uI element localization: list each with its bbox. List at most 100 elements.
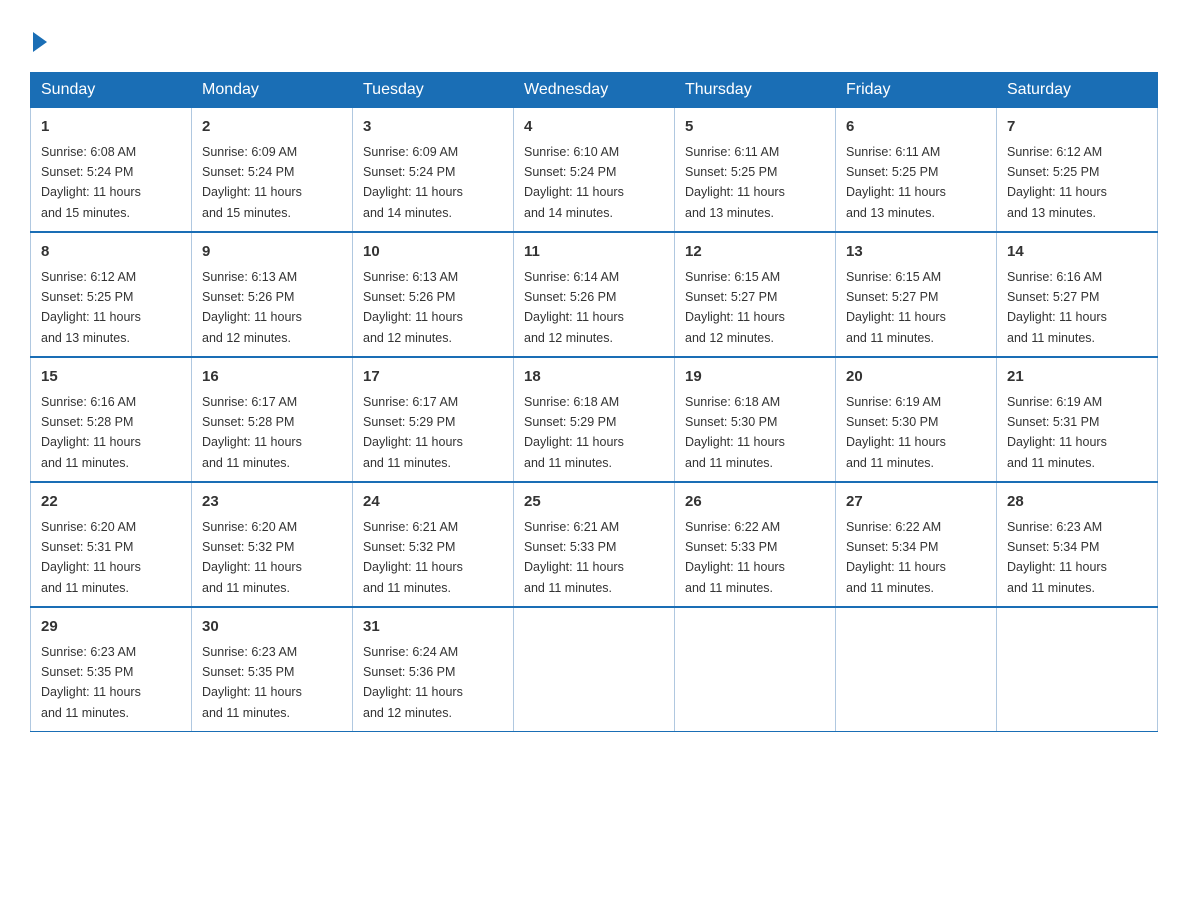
day-number: 13	[846, 241, 986, 264]
day-info: Sunrise: 6:21 AMSunset: 5:33 PMDaylight:…	[524, 520, 624, 595]
day-number: 23	[202, 491, 342, 514]
weekday-header-wednesday: Wednesday	[514, 73, 675, 108]
calendar-cell: 7 Sunrise: 6:12 AMSunset: 5:25 PMDayligh…	[997, 108, 1158, 233]
calendar-cell: 25 Sunrise: 6:21 AMSunset: 5:33 PMDaylig…	[514, 482, 675, 607]
day-number: 9	[202, 241, 342, 264]
calendar-cell: 20 Sunrise: 6:19 AMSunset: 5:30 PMDaylig…	[836, 357, 997, 482]
day-number: 31	[363, 616, 503, 639]
day-info: Sunrise: 6:23 AMSunset: 5:35 PMDaylight:…	[41, 645, 141, 720]
calendar-cell	[836, 607, 997, 732]
day-info: Sunrise: 6:16 AMSunset: 5:28 PMDaylight:…	[41, 395, 141, 470]
day-info: Sunrise: 6:12 AMSunset: 5:25 PMDaylight:…	[41, 270, 141, 345]
calendar-cell: 5 Sunrise: 6:11 AMSunset: 5:25 PMDayligh…	[675, 108, 836, 233]
day-info: Sunrise: 6:13 AMSunset: 5:26 PMDaylight:…	[363, 270, 463, 345]
day-info: Sunrise: 6:15 AMSunset: 5:27 PMDaylight:…	[685, 270, 785, 345]
calendar-cell	[675, 607, 836, 732]
day-info: Sunrise: 6:10 AMSunset: 5:24 PMDaylight:…	[524, 145, 624, 220]
day-number: 6	[846, 116, 986, 139]
day-number: 19	[685, 366, 825, 389]
day-info: Sunrise: 6:18 AMSunset: 5:29 PMDaylight:…	[524, 395, 624, 470]
calendar-cell: 22 Sunrise: 6:20 AMSunset: 5:31 PMDaylig…	[31, 482, 192, 607]
day-info: Sunrise: 6:19 AMSunset: 5:30 PMDaylight:…	[846, 395, 946, 470]
calendar-cell: 8 Sunrise: 6:12 AMSunset: 5:25 PMDayligh…	[31, 232, 192, 357]
calendar-cell: 29 Sunrise: 6:23 AMSunset: 5:35 PMDaylig…	[31, 607, 192, 732]
calendar-cell: 21 Sunrise: 6:19 AMSunset: 5:31 PMDaylig…	[997, 357, 1158, 482]
calendar-cell: 23 Sunrise: 6:20 AMSunset: 5:32 PMDaylig…	[192, 482, 353, 607]
weekday-header-friday: Friday	[836, 73, 997, 108]
calendar-cell: 2 Sunrise: 6:09 AMSunset: 5:24 PMDayligh…	[192, 108, 353, 233]
calendar-cell: 26 Sunrise: 6:22 AMSunset: 5:33 PMDaylig…	[675, 482, 836, 607]
calendar-cell	[514, 607, 675, 732]
day-info: Sunrise: 6:12 AMSunset: 5:25 PMDaylight:…	[1007, 145, 1107, 220]
day-number: 28	[1007, 491, 1147, 514]
day-number: 29	[41, 616, 181, 639]
day-number: 27	[846, 491, 986, 514]
day-number: 12	[685, 241, 825, 264]
calendar-cell: 28 Sunrise: 6:23 AMSunset: 5:34 PMDaylig…	[997, 482, 1158, 607]
calendar-cell: 24 Sunrise: 6:21 AMSunset: 5:32 PMDaylig…	[353, 482, 514, 607]
day-info: Sunrise: 6:19 AMSunset: 5:31 PMDaylight:…	[1007, 395, 1107, 470]
day-number: 3	[363, 116, 503, 139]
day-number: 2	[202, 116, 342, 139]
weekday-header-tuesday: Tuesday	[353, 73, 514, 108]
calendar-cell: 1 Sunrise: 6:08 AMSunset: 5:24 PMDayligh…	[31, 108, 192, 233]
weekday-header-thursday: Thursday	[675, 73, 836, 108]
day-number: 4	[524, 116, 664, 139]
day-info: Sunrise: 6:15 AMSunset: 5:27 PMDaylight:…	[846, 270, 946, 345]
day-number: 1	[41, 116, 181, 139]
calendar-cell: 13 Sunrise: 6:15 AMSunset: 5:27 PMDaylig…	[836, 232, 997, 357]
day-number: 25	[524, 491, 664, 514]
calendar-cell: 14 Sunrise: 6:16 AMSunset: 5:27 PMDaylig…	[997, 232, 1158, 357]
day-info: Sunrise: 6:20 AMSunset: 5:31 PMDaylight:…	[41, 520, 141, 595]
calendar-cell: 10 Sunrise: 6:13 AMSunset: 5:26 PMDaylig…	[353, 232, 514, 357]
day-info: Sunrise: 6:11 AMSunset: 5:25 PMDaylight:…	[846, 145, 946, 220]
day-info: Sunrise: 6:22 AMSunset: 5:33 PMDaylight:…	[685, 520, 785, 595]
day-number: 11	[524, 241, 664, 264]
day-number: 8	[41, 241, 181, 264]
logo-arrow-icon	[33, 32, 47, 52]
calendar-cell: 3 Sunrise: 6:09 AMSunset: 5:24 PMDayligh…	[353, 108, 514, 233]
calendar-table: SundayMondayTuesdayWednesdayThursdayFrid…	[30, 72, 1158, 732]
day-number: 26	[685, 491, 825, 514]
weekday-header-monday: Monday	[192, 73, 353, 108]
day-info: Sunrise: 6:08 AMSunset: 5:24 PMDaylight:…	[41, 145, 141, 220]
calendar-cell: 12 Sunrise: 6:15 AMSunset: 5:27 PMDaylig…	[675, 232, 836, 357]
calendar-cell: 18 Sunrise: 6:18 AMSunset: 5:29 PMDaylig…	[514, 357, 675, 482]
calendar-cell: 31 Sunrise: 6:24 AMSunset: 5:36 PMDaylig…	[353, 607, 514, 732]
calendar-cell	[997, 607, 1158, 732]
day-info: Sunrise: 6:11 AMSunset: 5:25 PMDaylight:…	[685, 145, 785, 220]
day-number: 24	[363, 491, 503, 514]
day-number: 7	[1007, 116, 1147, 139]
calendar-cell: 9 Sunrise: 6:13 AMSunset: 5:26 PMDayligh…	[192, 232, 353, 357]
weekday-header-sunday: Sunday	[31, 73, 192, 108]
day-number: 30	[202, 616, 342, 639]
day-number: 22	[41, 491, 181, 514]
day-number: 10	[363, 241, 503, 264]
calendar-cell: 17 Sunrise: 6:17 AMSunset: 5:29 PMDaylig…	[353, 357, 514, 482]
calendar-cell: 27 Sunrise: 6:22 AMSunset: 5:34 PMDaylig…	[836, 482, 997, 607]
day-number: 14	[1007, 241, 1147, 264]
weekday-header-saturday: Saturday	[997, 73, 1158, 108]
day-info: Sunrise: 6:21 AMSunset: 5:32 PMDaylight:…	[363, 520, 463, 595]
day-info: Sunrise: 6:14 AMSunset: 5:26 PMDaylight:…	[524, 270, 624, 345]
day-number: 20	[846, 366, 986, 389]
day-info: Sunrise: 6:17 AMSunset: 5:29 PMDaylight:…	[363, 395, 463, 470]
day-info: Sunrise: 6:23 AMSunset: 5:35 PMDaylight:…	[202, 645, 302, 720]
day-number: 17	[363, 366, 503, 389]
day-info: Sunrise: 6:09 AMSunset: 5:24 PMDaylight:…	[363, 145, 463, 220]
day-info: Sunrise: 6:18 AMSunset: 5:30 PMDaylight:…	[685, 395, 785, 470]
calendar-cell: 30 Sunrise: 6:23 AMSunset: 5:35 PMDaylig…	[192, 607, 353, 732]
day-info: Sunrise: 6:23 AMSunset: 5:34 PMDaylight:…	[1007, 520, 1107, 595]
day-info: Sunrise: 6:16 AMSunset: 5:27 PMDaylight:…	[1007, 270, 1107, 345]
day-info: Sunrise: 6:17 AMSunset: 5:28 PMDaylight:…	[202, 395, 302, 470]
day-number: 18	[524, 366, 664, 389]
day-info: Sunrise: 6:24 AMSunset: 5:36 PMDaylight:…	[363, 645, 463, 720]
day-info: Sunrise: 6:22 AMSunset: 5:34 PMDaylight:…	[846, 520, 946, 595]
day-info: Sunrise: 6:20 AMSunset: 5:32 PMDaylight:…	[202, 520, 302, 595]
logo: Blue	[30, 30, 51, 52]
day-number: 15	[41, 366, 181, 389]
calendar-cell: 4 Sunrise: 6:10 AMSunset: 5:24 PMDayligh…	[514, 108, 675, 233]
day-number: 21	[1007, 366, 1147, 389]
calendar-cell: 16 Sunrise: 6:17 AMSunset: 5:28 PMDaylig…	[192, 357, 353, 482]
page-header: Blue	[30, 30, 1158, 52]
